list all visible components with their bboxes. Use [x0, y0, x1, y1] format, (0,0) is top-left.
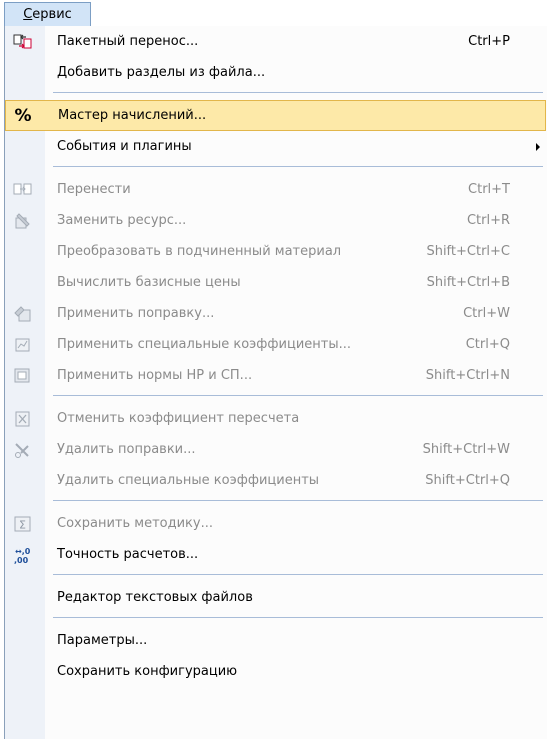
menu-item-label: Сохранить конфигурацию [57, 664, 238, 679]
menu-item-label: Удалить поправки... [57, 442, 196, 457]
menu-item-parameters[interactable]: Параметры... [5, 625, 546, 656]
menu-item-save-methodology[interactable]: Σ Сохранить методику... [5, 508, 546, 539]
menu-item-shortcut: Ctrl+R [466, 213, 510, 228]
percent-icon: % [14, 106, 32, 126]
menu-item-convert-material[interactable]: Преобразовать в подчиненный материал Shi… [5, 236, 546, 267]
menu-item-calc-precision[interactable]: ↔,0 ,00 Точность расчетов... [5, 539, 546, 570]
menu-item-delete-corrections[interactable]: Удалить поправки... Shift+Ctrl+W [5, 434, 546, 465]
menu-item-calc-base-prices[interactable]: Вычислить базисные цены Shift+Ctrl+B [5, 267, 546, 298]
menu-separator [53, 574, 543, 575]
menu-item-label: Отменить коэффициент пересчета [57, 411, 300, 426]
menu-item-label: Заменить ресурс... [57, 213, 187, 228]
menu-item-shortcut: Shift+Ctrl+Q [425, 473, 510, 488]
service-dropdown-menu: Пакетный перенос... Ctrl+P Добавить разд… [4, 26, 547, 739]
menu-item-accrual-wizard[interactable]: % Мастер начислений... [5, 100, 546, 131]
menu-item-events-plugins[interactable]: События и плагины [5, 131, 546, 162]
menu-item-shortcut: Shift+Ctrl+W [422, 442, 510, 457]
menu-item-label: Редактор текстовых файлов [57, 590, 253, 605]
menu-item-label: Применить поправку... [57, 306, 215, 321]
menu-item-label: Сохранить методику... [57, 516, 213, 531]
delete-corrections-icon [11, 440, 35, 460]
norms-icon [11, 366, 35, 386]
menu-service[interactable]: Сервис [4, 2, 91, 26]
cancel-coefficient-icon [11, 409, 35, 429]
svg-text:,00: ,00 [14, 556, 29, 565]
menu-item-apply-special-coefficients[interactable]: Применить специальные коэффициенты... Ct… [5, 329, 546, 360]
menu-separator [53, 166, 543, 167]
svg-text:Σ: Σ [19, 519, 26, 532]
menu-separator [53, 395, 543, 396]
menu-item-replace-resource[interactable]: Заменить ресурс... Ctrl+R [5, 205, 546, 236]
menu-item-label: Параметры... [57, 633, 148, 648]
menu-separator [53, 500, 543, 501]
apply-correction-icon [11, 304, 35, 324]
menu-item-label: Пакетный перенос... [57, 34, 199, 49]
transfer-icon [11, 180, 35, 200]
menu-item-text-editor[interactable]: Редактор текстовых файлов [5, 582, 546, 613]
menu-bar: Сервис [0, 0, 547, 26]
batch-transfer-icon [11, 32, 35, 52]
sigma-icon: Σ [11, 514, 35, 534]
menu-item-label: Точность расчетов... [57, 547, 199, 562]
svg-text:↔,0: ↔,0 [15, 547, 31, 556]
menu-item-label: Мастер начислений... [58, 108, 207, 123]
menu-item-batch-transfer[interactable]: Пакетный перенос... Ctrl+P [5, 26, 546, 57]
menu-item-apply-correction[interactable]: Применить поправку... Ctrl+W [5, 298, 546, 329]
menu-item-label: События и плагины [57, 139, 192, 154]
menu-item-label: Применить нормы НР и СП... [57, 368, 253, 383]
precision-icon: ↔,0 ,00 [11, 545, 35, 565]
submenu-arrow-icon [536, 143, 540, 151]
menu-item-label: Перенести [57, 182, 131, 197]
menu-item-label: Вычислить базисные цены [57, 275, 241, 290]
menu-separator [53, 617, 543, 618]
menu-item-shortcut: Ctrl+P [468, 34, 510, 49]
menu-item-shortcut: Shift+Ctrl+N [425, 368, 510, 383]
menu-item-shortcut: Ctrl+W [463, 306, 510, 321]
menu-item-save-configuration[interactable]: Сохранить конфигурацию [5, 656, 546, 687]
menu-item-cancel-coefficient[interactable]: Отменить коэффициент пересчета [5, 403, 546, 434]
menu-service-label: ервис [32, 7, 72, 22]
menu-item-label: Преобразовать в подчиненный материал [57, 244, 342, 259]
menu-item-shortcut: Shift+Ctrl+C [426, 244, 510, 259]
menu-item-add-sections[interactable]: Добавить разделы из файла... [5, 57, 546, 88]
menu-item-label: Добавить разделы из файла... [57, 65, 266, 80]
menu-item-transfer[interactable]: Перенести Ctrl+T [5, 174, 546, 205]
replace-resource-icon [11, 211, 35, 231]
menu-item-delete-special-coefficients[interactable]: Удалить специальные коэффициенты Shift+C… [5, 465, 546, 496]
menu-item-shortcut: Ctrl+T [468, 182, 510, 197]
menu-item-shortcut: Shift+Ctrl+B [426, 275, 510, 290]
menu-item-label: Применить специальные коэффициенты... [57, 337, 352, 352]
menu-item-apply-norms[interactable]: Применить нормы НР и СП... Shift+Ctrl+N [5, 360, 546, 391]
menu-item-label: Удалить специальные коэффициенты [57, 473, 320, 488]
menu-service-accelerator: С [23, 7, 33, 22]
menu-separator [53, 92, 543, 93]
special-coefficients-icon [11, 335, 35, 355]
menu-item-shortcut: Ctrl+Q [465, 337, 510, 352]
